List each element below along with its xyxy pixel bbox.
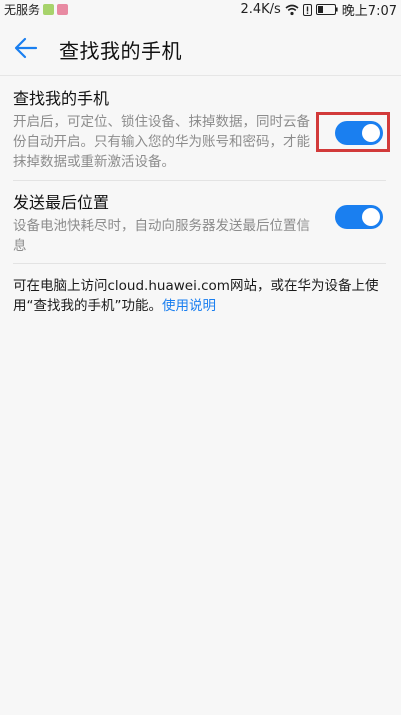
divider — [13, 263, 386, 264]
status-right: 2.4K/s 晚上7:07 — [240, 0, 397, 19]
setting-title: 发送最后位置 — [13, 193, 110, 212]
highlight-box — [316, 112, 390, 152]
clock: 晚上7:07 — [341, 4, 397, 19]
divider — [0, 75, 401, 76]
divider — [13, 180, 386, 181]
setting-description: 设备电池快耗尽时，自动向服务器发送最后位置信息 — [13, 218, 310, 254]
wifi-icon — [285, 4, 299, 15]
battery-icon — [315, 4, 338, 15]
setting-description: 开启后，可定位、锁住设备、抹掉数据，同时云备份自动开启。只有输入您的华为账号和密… — [13, 114, 310, 170]
app-bar: 查找我的手机 — [0, 18, 401, 76]
setting-send-last-location: 发送最后位置 设备电池快耗尽时，自动向服务器发送最后位置信息 — [13, 192, 386, 256]
network-speed: 2.4K/s — [240, 2, 281, 17]
notification-app-icon-2 — [57, 4, 69, 15]
usage-instructions-link[interactable]: 使用说明 — [162, 298, 216, 314]
alert-icon — [302, 3, 312, 16]
toggle-knob — [362, 208, 380, 226]
send-last-location-toggle[interactable] — [335, 205, 383, 229]
carrier-text: 无服务 — [4, 3, 41, 17]
status-left: 无服务 — [4, 1, 69, 18]
back-arrow-icon[interactable] — [12, 34, 40, 62]
page-title: 查找我的手机 — [59, 39, 182, 63]
status-bar: 无服务 2.4K/s 晚上7:07 — [0, 0, 401, 19]
setting-title: 查找我的手机 — [13, 89, 110, 108]
info-text: 可在电脑上访问cloud.huawei.com网站，或在华为设备上使用“查找我的… — [13, 276, 388, 316]
notification-app-icon — [43, 4, 55, 15]
